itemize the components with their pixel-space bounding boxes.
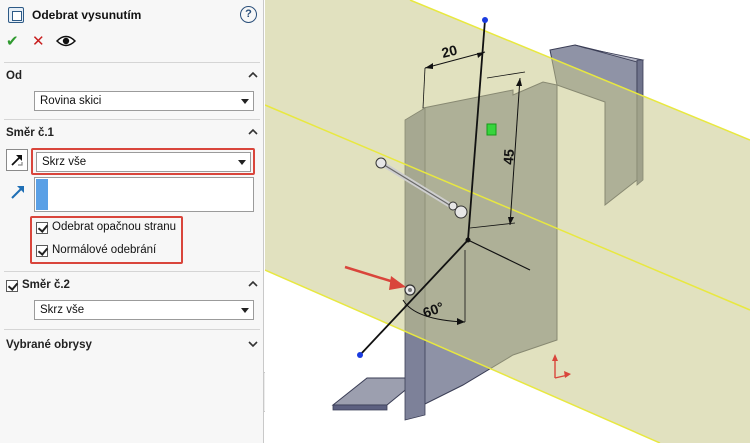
divider bbox=[4, 271, 260, 272]
section-direction1-header[interactable]: Směr č.1 bbox=[0, 124, 264, 144]
panel-title: Odebrat vysunutím bbox=[32, 8, 142, 22]
relation-marker bbox=[486, 123, 497, 136]
section-selected-contours-label: Vybrané obrysy bbox=[6, 339, 92, 351]
section-from-header[interactable]: Od bbox=[0, 67, 264, 87]
direction2-handle-inner bbox=[408, 288, 412, 292]
selection-indicator bbox=[36, 179, 48, 210]
cut-extrude-icon bbox=[8, 7, 24, 23]
sketch-endpoint bbox=[357, 352, 363, 358]
close-icon[interactable]: ✕ bbox=[32, 32, 45, 50]
highlight-end-condition bbox=[31, 148, 255, 175]
from-dropdown[interactable]: Rovina skici bbox=[34, 91, 254, 111]
sketch-endpoint bbox=[482, 17, 488, 23]
divider bbox=[4, 329, 260, 330]
help-icon[interactable]: ? bbox=[240, 6, 257, 23]
divider bbox=[4, 62, 260, 63]
chevron-up-icon[interactable] bbox=[246, 125, 260, 139]
chevron-up-icon[interactable] bbox=[246, 68, 260, 82]
panel-title-row: Odebrat vysunutím ? bbox=[0, 0, 264, 30]
highlight-cut-options bbox=[30, 216, 183, 264]
direction2-end-condition-dropdown[interactable]: Skrz vše bbox=[34, 300, 254, 320]
chevron-up-icon[interactable] bbox=[246, 277, 260, 291]
dropdown-arrow-icon bbox=[241, 308, 249, 313]
direction-selection-box[interactable] bbox=[34, 177, 254, 212]
graphics-viewport[interactable]: 20 45 60° bbox=[265, 0, 750, 443]
property-manager-panel: Odebrat vysunutím ? ✔ ✕ Od Rovina skici … bbox=[0, 0, 264, 443]
section-direction1-label: Směr č.1 bbox=[6, 127, 54, 139]
base-flange-front bbox=[332, 404, 388, 411]
dimension-height-label[interactable]: 45 bbox=[500, 148, 517, 165]
from-dropdown-value: Rovina skici bbox=[40, 95, 102, 107]
model-scene: 20 45 60° bbox=[265, 0, 750, 443]
divider bbox=[4, 119, 260, 120]
reverse-direction-button[interactable] bbox=[6, 149, 28, 171]
direction-handle-end[interactable] bbox=[448, 201, 458, 211]
chevron-down-icon[interactable] bbox=[246, 337, 260, 351]
direction2-end-condition-value: Skrz vše bbox=[40, 304, 85, 316]
section-direction2-label: Směr č.2 bbox=[22, 279, 70, 291]
direction2-checkbox[interactable] bbox=[6, 280, 18, 292]
reverse-direction-icon bbox=[11, 155, 23, 166]
panel-action-row: ✔ ✕ bbox=[0, 30, 264, 54]
check-icon[interactable]: ✔ bbox=[6, 32, 19, 50]
section-direction2-header[interactable]: Směr č.2 bbox=[0, 276, 264, 296]
section-selected-contours-header[interactable]: Vybrané obrysy bbox=[0, 336, 264, 356]
dropdown-arrow-icon bbox=[241, 99, 249, 104]
section-from-label: Od bbox=[6, 70, 22, 82]
sketch-vertex bbox=[465, 237, 471, 243]
direction-handle-end[interactable] bbox=[375, 157, 387, 169]
direction-vector-icon bbox=[11, 186, 24, 199]
eye-icon[interactable] bbox=[56, 34, 76, 48]
